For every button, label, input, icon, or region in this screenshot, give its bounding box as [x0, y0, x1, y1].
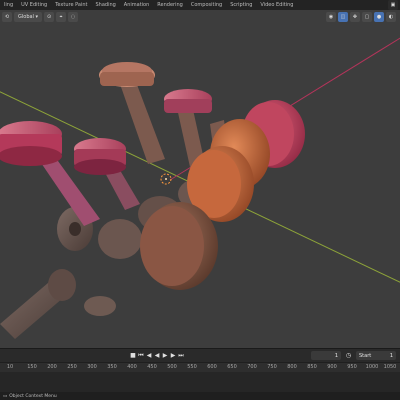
start-label: Start — [359, 352, 372, 359]
piston-back-mid — [164, 89, 212, 113]
ruler-tick: 800 — [287, 364, 297, 370]
ruler-tick: 400 — [127, 364, 137, 370]
ruler-tick: 10 — [6, 364, 14, 370]
ruler-tick: 850 — [307, 364, 317, 370]
solid-shading-icon[interactable]: ● — [374, 12, 384, 22]
ruler-tick: 550 — [187, 364, 197, 370]
tab-shading[interactable]: Shading — [91, 0, 119, 10]
tab-animation[interactable]: Animation — [120, 0, 154, 10]
jump-end-icon[interactable]: ⏭ — [178, 352, 185, 359]
current-frame-field[interactable]: 1 — [311, 351, 341, 360]
transform-orientation-icon[interactable]: ⟲ — [2, 12, 12, 22]
tab-uv-editing[interactable]: UV Editing — [17, 0, 51, 10]
play-reverse-icon[interactable]: ◀ — [154, 352, 161, 359]
tab-compositing[interactable]: Compositing — [187, 0, 226, 10]
start-value: 1 — [389, 352, 393, 359]
play-icon[interactable]: ▶ — [162, 352, 169, 359]
ruler-tick: 450 — [147, 364, 157, 370]
workspace-tab-bar: ling UV Editing Texture Paint Shading An… — [0, 0, 400, 10]
3d-cursor-icon[interactable] — [160, 173, 172, 185]
ruler-tick: 750 — [267, 364, 277, 370]
visibility-icon[interactable]: ◉ — [326, 12, 336, 22]
jump-start-icon[interactable]: ⏮ — [138, 352, 145, 359]
mouse-icon: ▭ — [3, 393, 8, 399]
pivot-icon[interactable]: ⊙ — [44, 12, 55, 22]
piston-front-brown — [140, 202, 218, 290]
3d-viewport[interactable] — [0, 24, 400, 348]
orientation-dropdown[interactable]: Global ▾ — [14, 12, 43, 22]
tab-modeling[interactable]: ling — [0, 0, 17, 10]
ruler-tick: 250 — [67, 364, 77, 370]
overlay-icon[interactable]: ◫ — [338, 12, 348, 22]
timeline-header: ■ ⏮ ◀ ◀ ▶ ▶ ⏭ 1 ◷ Start 1 — [0, 348, 400, 362]
piston-left-mid — [74, 138, 126, 175]
ruler-tick: 950 — [347, 364, 357, 370]
current-frame-value: 1 — [334, 352, 338, 359]
status-hint: Object Context Menu — [9, 393, 57, 399]
orientation-label: Global — [18, 14, 34, 20]
ruler-tick: 350 — [107, 364, 117, 370]
tab-scripting[interactable]: Scripting — [226, 0, 256, 10]
gizmo-icon[interactable]: ✥ — [350, 12, 360, 22]
ruler-tick: 900 — [327, 364, 337, 370]
ruler-tick: 150 — [27, 364, 37, 370]
next-keyframe-icon[interactable]: ▶ — [170, 352, 177, 359]
tab-video-editing[interactable]: Video Editing — [256, 0, 297, 10]
ruler-tick: 300 — [87, 364, 97, 370]
ruler-tick: 500 — [167, 364, 177, 370]
tab-rendering[interactable]: Rendering — [153, 0, 187, 10]
ruler-tick: 200 — [47, 364, 57, 370]
shading-icon[interactable]: ◐ — [386, 12, 396, 22]
scene-icon[interactable]: ▣ — [388, 0, 398, 10]
piston-back-left — [99, 62, 155, 87]
prev-keyframe-icon[interactable]: ◀ — [146, 352, 153, 359]
xray-icon[interactable]: ▢ — [362, 12, 372, 22]
clock-icon[interactable]: ◷ — [345, 352, 352, 359]
start-frame-field[interactable]: Start 1 — [356, 351, 396, 360]
ruler-tick: 1050 — [383, 364, 397, 370]
status-bar: ▭ Object Context Menu — [0, 392, 400, 400]
snap-icon[interactable]: ⌖ — [56, 12, 67, 22]
proportional-icon[interactable]: ◌ — [68, 12, 79, 22]
stop-icon[interactable]: ■ — [130, 352, 137, 359]
ruler-tick: 700 — [247, 364, 257, 370]
ruler-tick: 1000 — [365, 364, 379, 370]
tab-texture-paint[interactable]: Texture Paint — [51, 0, 91, 10]
viewport-header: ⟲ Global ▾ ⊙ ⌖ ◌ ◉ ◫ ✥ ▢ ● ◐ — [0, 10, 400, 24]
timeline-track-area[interactable] — [0, 372, 400, 392]
engine-model-render — [0, 37, 400, 339]
ruler-tick: 650 — [227, 364, 237, 370]
piston-left-red — [0, 121, 62, 166]
ruler-tick: 600 — [207, 364, 217, 370]
